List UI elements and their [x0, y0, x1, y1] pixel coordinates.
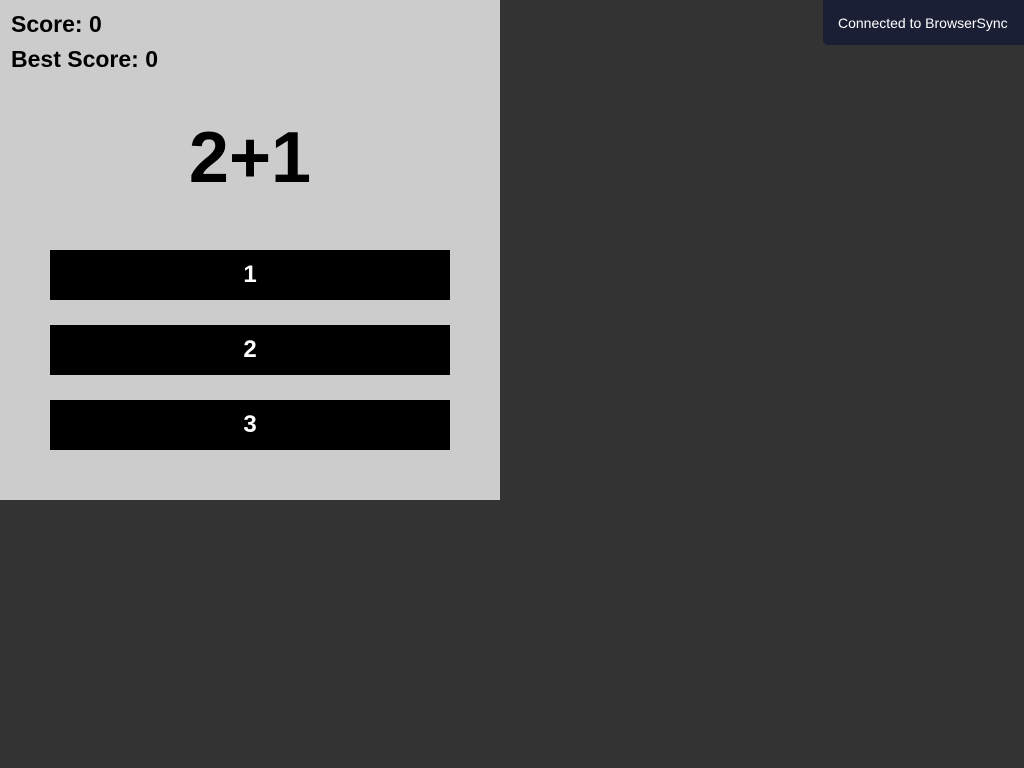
answer-button-1[interactable]: 1 — [50, 250, 450, 300]
score-display: Score: 0 — [11, 11, 102, 37]
answer-button-2[interactable]: 2 — [50, 325, 450, 375]
best-score-display: Best Score: 0 — [11, 46, 159, 72]
math-question: 2+1 — [188, 118, 312, 198]
game-panel: Score: 0 Best Score: 0 2+1 1 2 3 — [0, 0, 500, 500]
answer-button-3[interactable]: 3 — [50, 400, 450, 450]
browsersync-notification: Connected to BrowserSync — [823, 0, 1024, 45]
